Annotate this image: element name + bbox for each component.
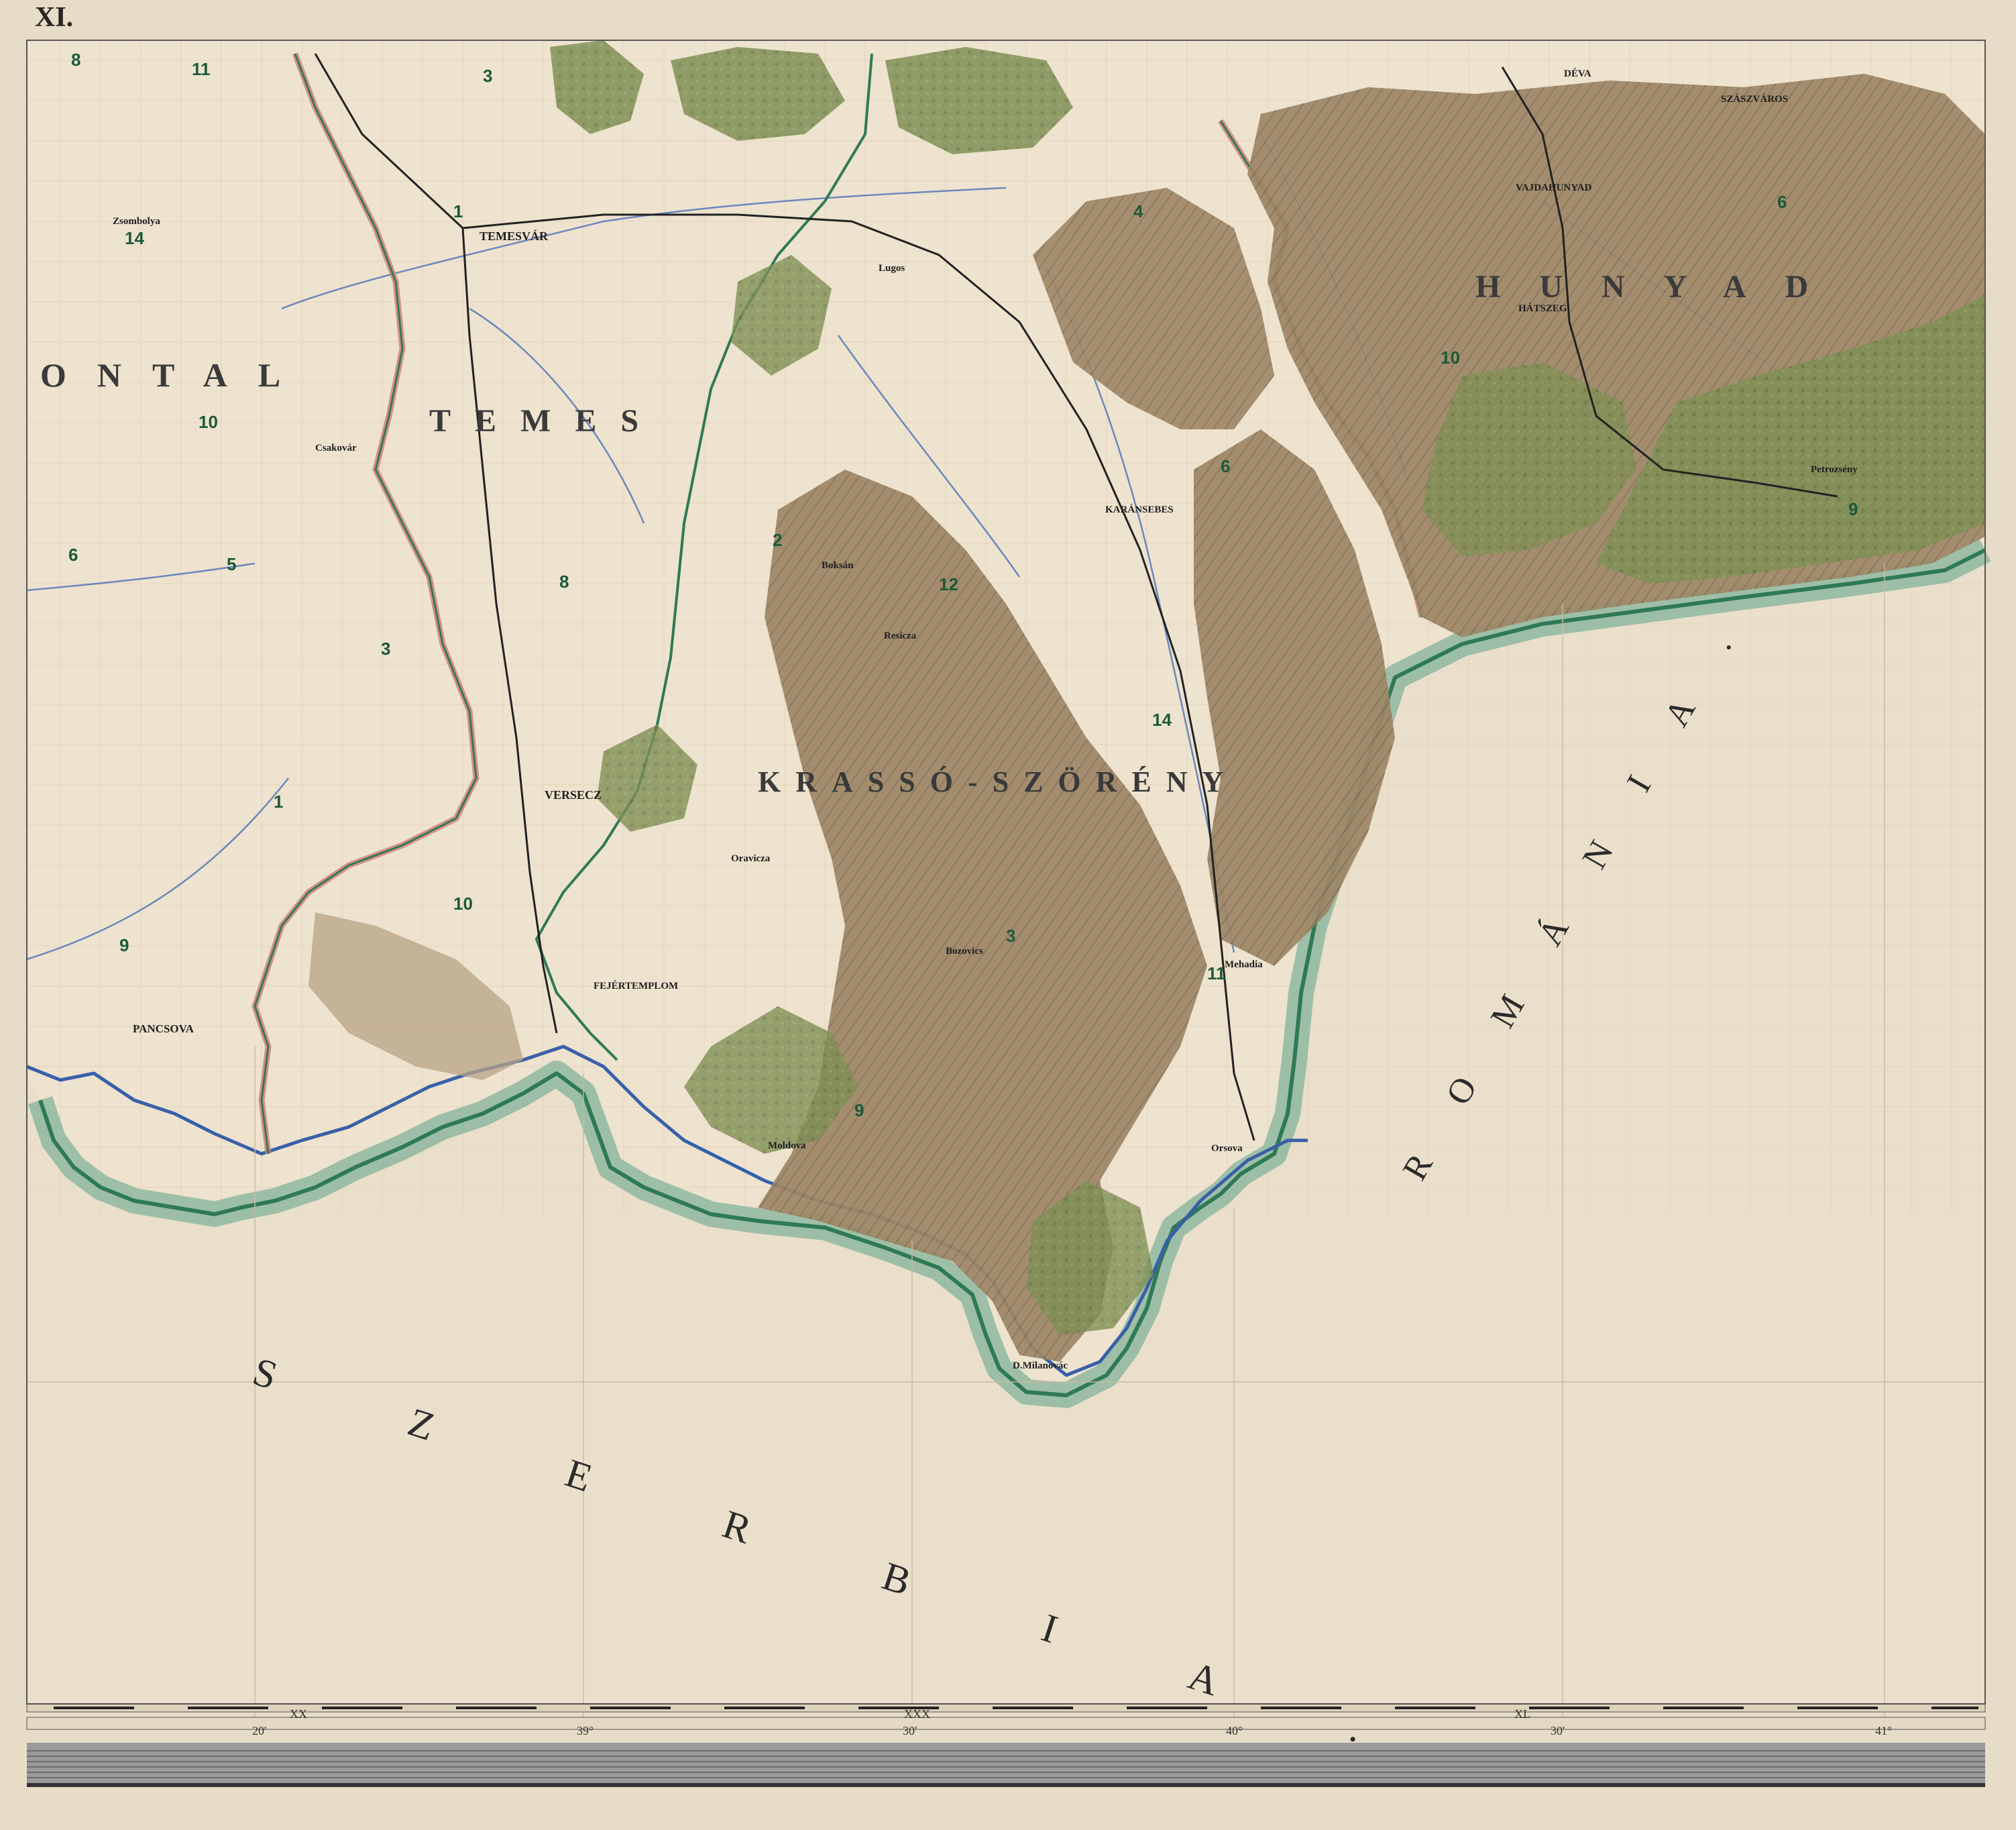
district-number: 6 bbox=[1221, 456, 1231, 476]
district-number: 4 bbox=[1133, 201, 1143, 221]
sheet-number: XI. bbox=[35, 2, 74, 33]
town-milanovac: D.Milanovác bbox=[1013, 1360, 1068, 1371]
district-number: 10 bbox=[453, 894, 473, 914]
district-number: 10 bbox=[199, 412, 218, 432]
town-hatszeg: HÁTSZEG bbox=[1518, 303, 1567, 314]
town-szaszvaros: SZÁSZVÁROS bbox=[1721, 94, 1789, 105]
town-oravicza: Oravicza bbox=[731, 853, 771, 864]
meridian-label: 39° bbox=[577, 1724, 594, 1737]
county-label-hunyad: HUNYAD bbox=[1475, 269, 1848, 305]
county-label-krasso-szoreny: KRASSÓ-SZÖRÉNY bbox=[758, 765, 1239, 798]
town-moldova: Moldova bbox=[768, 1140, 806, 1151]
district-number: 3 bbox=[483, 66, 493, 86]
meridian-label: 30' bbox=[903, 1724, 917, 1737]
town-temesvar: TEMESVÁR bbox=[480, 229, 549, 243]
district-number: 11 bbox=[1207, 963, 1226, 983]
district-number: 11 bbox=[192, 59, 211, 79]
district-number: 3 bbox=[1006, 926, 1016, 946]
district-number: 12 bbox=[939, 574, 958, 594]
town-pancsova: PANCSOVA bbox=[133, 1022, 194, 1035]
district-number: 14 bbox=[125, 228, 144, 248]
scale-section-label: XX bbox=[290, 1707, 307, 1721]
town-fejertemplom: FEJÉRTEMPLOM bbox=[594, 981, 679, 991]
meridian-label: 40° bbox=[1226, 1724, 1243, 1737]
town-lugos: Lugos bbox=[879, 263, 905, 274]
town-resicza: Resicza bbox=[884, 631, 917, 641]
town-bogsan: Boksán bbox=[822, 560, 854, 571]
district-number: 8 bbox=[71, 50, 81, 70]
meridian-label: 20' bbox=[252, 1724, 267, 1737]
town-vajdahunyad: VAJDAHUNYAD bbox=[1516, 182, 1592, 193]
district-number: 14 bbox=[1152, 710, 1172, 730]
district-number: 10 bbox=[1441, 347, 1460, 368]
district-number: 2 bbox=[773, 530, 783, 550]
scale-section-label: XL bbox=[1514, 1707, 1530, 1721]
town-orsova: Orsova bbox=[1211, 1143, 1243, 1154]
town-versecz: VERSECZ bbox=[545, 788, 602, 802]
town-petroseny: Petrozsény bbox=[1811, 464, 1858, 475]
meridian-label: 41° bbox=[1875, 1724, 1893, 1737]
county-label-torontal: ONTAL bbox=[40, 356, 312, 394]
town-karansebes: KARÁNSEBES bbox=[1105, 504, 1174, 515]
map-sheet: XI. SZERBIA. ROMÁNIA. ONTAL TEMES KRASSÓ… bbox=[0, 0, 2016, 1830]
district-number: 1 bbox=[274, 792, 284, 812]
district-number: 9 bbox=[854, 1100, 864, 1120]
town-deva: DÉVA bbox=[1564, 68, 1591, 79]
meridian-label: 30' bbox=[1551, 1724, 1565, 1737]
county-label-temes: TEMES bbox=[429, 403, 663, 439]
town-csakovar: Csakovár bbox=[315, 443, 357, 453]
district-number: 3 bbox=[381, 639, 391, 659]
scale-bar-middle bbox=[26, 1717, 1986, 1730]
district-number: 6 bbox=[1777, 192, 1787, 212]
town-mehadia: Mehadia bbox=[1225, 959, 1263, 970]
district-number: 9 bbox=[1848, 499, 1858, 519]
district-number: 9 bbox=[119, 935, 129, 955]
scale-bar-bottom-line bbox=[27, 1783, 1985, 1787]
district-number: 1 bbox=[453, 201, 463, 221]
district-number: 8 bbox=[559, 572, 569, 592]
district-number: 6 bbox=[68, 545, 78, 565]
scale-section-label: XXX bbox=[904, 1707, 930, 1721]
town-bozovics: Bozovics bbox=[946, 946, 983, 957]
town-zsombolya: Zsombolya bbox=[113, 216, 160, 227]
district-number: 5 bbox=[227, 554, 237, 574]
